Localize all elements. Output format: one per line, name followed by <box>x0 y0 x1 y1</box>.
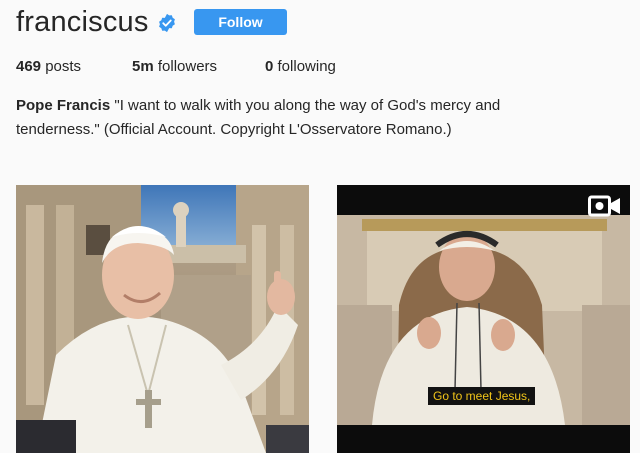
video-camera-icon <box>588 195 620 217</box>
verified-badge-icon <box>158 13 175 33</box>
post-thumbnail-2[interactable]: Go to meet Jesus, <box>337 185 630 453</box>
posts-label: posts <box>45 58 82 75</box>
following-label: following <box>277 58 336 75</box>
profile-header: franciscus <box>16 4 177 40</box>
post-photo-image <box>16 185 309 453</box>
followers-label: followers <box>157 58 218 75</box>
profile-bio: Pope Francis "I want to walk with you al… <box>16 94 576 142</box>
following-count: 0 <box>265 58 274 75</box>
stat-posts[interactable]: 469 posts <box>16 58 132 75</box>
profile-stats: 469 posts 5m followers 0 following <box>16 58 336 75</box>
stat-followers[interactable]: 5m followers <box>132 58 265 75</box>
stat-following[interactable]: 0 following <box>265 58 336 75</box>
followers-count: 5m <box>132 58 154 75</box>
post-video-image <box>337 185 630 453</box>
video-subtitle: Go to meet Jesus, <box>428 387 536 405</box>
post-thumbnail-1[interactable] <box>16 185 309 453</box>
username: franciscus <box>16 5 149 38</box>
posts-count: 469 <box>16 58 42 75</box>
bio-name: Pope Francis <box>16 97 111 114</box>
follow-button[interactable]: Follow <box>194 9 287 35</box>
